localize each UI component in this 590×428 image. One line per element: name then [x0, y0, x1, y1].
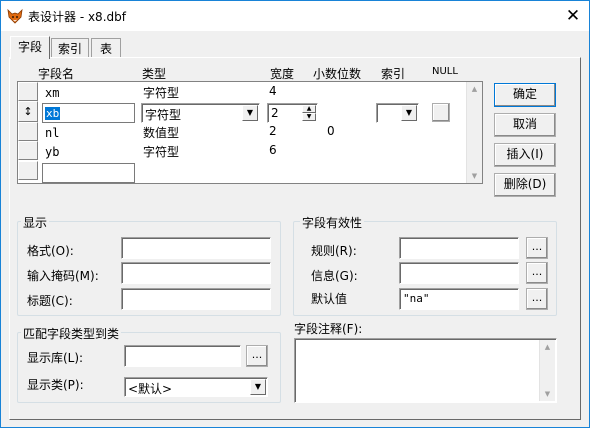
caption-label: 标题(C):	[27, 294, 73, 308]
header-width: 宽度	[270, 67, 295, 81]
row-selector[interactable]	[18, 82, 38, 101]
new-field-name-input[interactable]	[42, 163, 135, 183]
field-type-cell[interactable]: 字符型	[143, 143, 179, 160]
message-builder-button[interactable]: ...	[526, 262, 548, 284]
field-type-cell[interactable]: 数值型	[143, 124, 179, 141]
library-input[interactable]	[124, 345, 241, 367]
spin-up-icon[interactable]: ▲	[302, 105, 316, 113]
row-selector[interactable]	[18, 122, 38, 141]
chevron-down-icon[interactable]: ▼	[242, 105, 258, 121]
field-decimals-cell[interactable]: 0	[327, 124, 335, 138]
tab-fields-label: 字段	[17, 40, 42, 54]
header-decimals: 小数位数	[313, 67, 362, 81]
format-label: 格式(O):	[27, 244, 74, 258]
window-title: 表设计器 - x8.dbf	[28, 10, 126, 24]
cancel-button[interactable]: 取消	[494, 113, 556, 137]
close-icon[interactable]: ✕	[563, 6, 583, 26]
fox-icon	[7, 8, 23, 24]
format-input[interactable]	[121, 237, 271, 259]
display-class-select-value: <默认>	[128, 382, 173, 396]
delete-button[interactable]: 删除(D)	[494, 173, 556, 197]
scroll-down-icon[interactable]: ▼	[467, 172, 482, 180]
field-width-cell[interactable]: 6	[269, 143, 277, 157]
validation-group-title: 字段有效性	[300, 214, 365, 231]
default-value-input-value: "na"	[403, 292, 430, 305]
tab-indexes-label: 索引	[57, 42, 82, 56]
title-bar: 表设计器 - x8.dbf ✕	[1, 1, 589, 31]
field-index-select[interactable]: ▼	[376, 103, 419, 123]
default-value-input[interactable]: "na"	[399, 288, 519, 310]
tab-table-label: 表	[99, 42, 112, 56]
field-name-input[interactable]: xb	[42, 103, 135, 123]
comment-textarea[interactable]	[294, 338, 557, 403]
field-width-cell[interactable]: 2	[269, 124, 277, 138]
message-label: 信息(G):	[311, 269, 358, 283]
field-width-cell[interactable]: 4	[269, 84, 277, 98]
field-width-spinner-value: 2	[271, 106, 279, 120]
row-mover-icon[interactable]: ↕	[18, 101, 38, 122]
chevron-down-icon[interactable]: ▼	[401, 105, 417, 121]
display-class-label: 显示类(P):	[27, 378, 84, 392]
field-type-select-value: 字符型	[145, 108, 182, 122]
field-width-spinner[interactable]: 2 ▲ ▼	[267, 103, 318, 123]
tab-fields[interactable]: 字段	[10, 36, 50, 59]
field-name-cell[interactable]: nl	[45, 126, 59, 140]
display-group-title: 显示	[21, 214, 50, 231]
caption-input[interactable]	[121, 288, 271, 310]
message-input[interactable]	[399, 262, 519, 284]
library-label: 显示库(L):	[27, 351, 84, 365]
chevron-down-icon[interactable]: ▼	[250, 379, 266, 395]
row-selector[interactable]	[18, 161, 38, 180]
field-name-cell[interactable]: yb	[45, 145, 59, 159]
comment-label: 字段注释(F):	[294, 322, 363, 336]
ok-button[interactable]: 确定	[494, 83, 556, 107]
default-value-label: 默认值	[311, 292, 348, 306]
default-builder-button[interactable]: ...	[526, 288, 548, 310]
insert-button[interactable]: 插入(I)	[494, 143, 556, 167]
field-type-cell[interactable]: 字符型	[143, 84, 179, 101]
field-type-select[interactable]: 字符型 ▼	[141, 103, 260, 123]
display-class-select[interactable]: <默认> ▼	[124, 377, 268, 397]
scroll-up-icon[interactable]: ▲	[540, 343, 555, 351]
field-name-cell[interactable]: xm	[45, 86, 59, 100]
rule-input[interactable]	[399, 237, 519, 259]
library-browse-button[interactable]: ...	[246, 345, 268, 367]
class-mapping-group-title: 匹配字段类型到类	[21, 325, 122, 342]
input-mask-input[interactable]	[121, 262, 271, 284]
scroll-down-icon[interactable]: ▼	[540, 390, 555, 398]
header-type: 类型	[142, 67, 167, 81]
rule-builder-button[interactable]: ...	[526, 237, 548, 259]
input-mask-label: 输入掩码(M):	[27, 269, 99, 283]
comment-scrollbar[interactable]: ▲ ▼	[539, 340, 555, 401]
spin-down-icon[interactable]: ▼	[302, 113, 316, 121]
header-index: 索引	[381, 67, 406, 81]
row-selector[interactable]	[18, 141, 38, 160]
rule-label: 规则(R):	[311, 244, 357, 258]
header-field-name: 字段名	[38, 67, 75, 81]
scroll-up-icon[interactable]: ▲	[467, 85, 482, 93]
null-toggle-button[interactable]	[432, 103, 450, 122]
grid-scrollbar[interactable]: ▲ ▼	[466, 82, 482, 183]
header-null: NULL	[432, 66, 458, 77]
field-name-input-value: xb	[45, 107, 61, 120]
